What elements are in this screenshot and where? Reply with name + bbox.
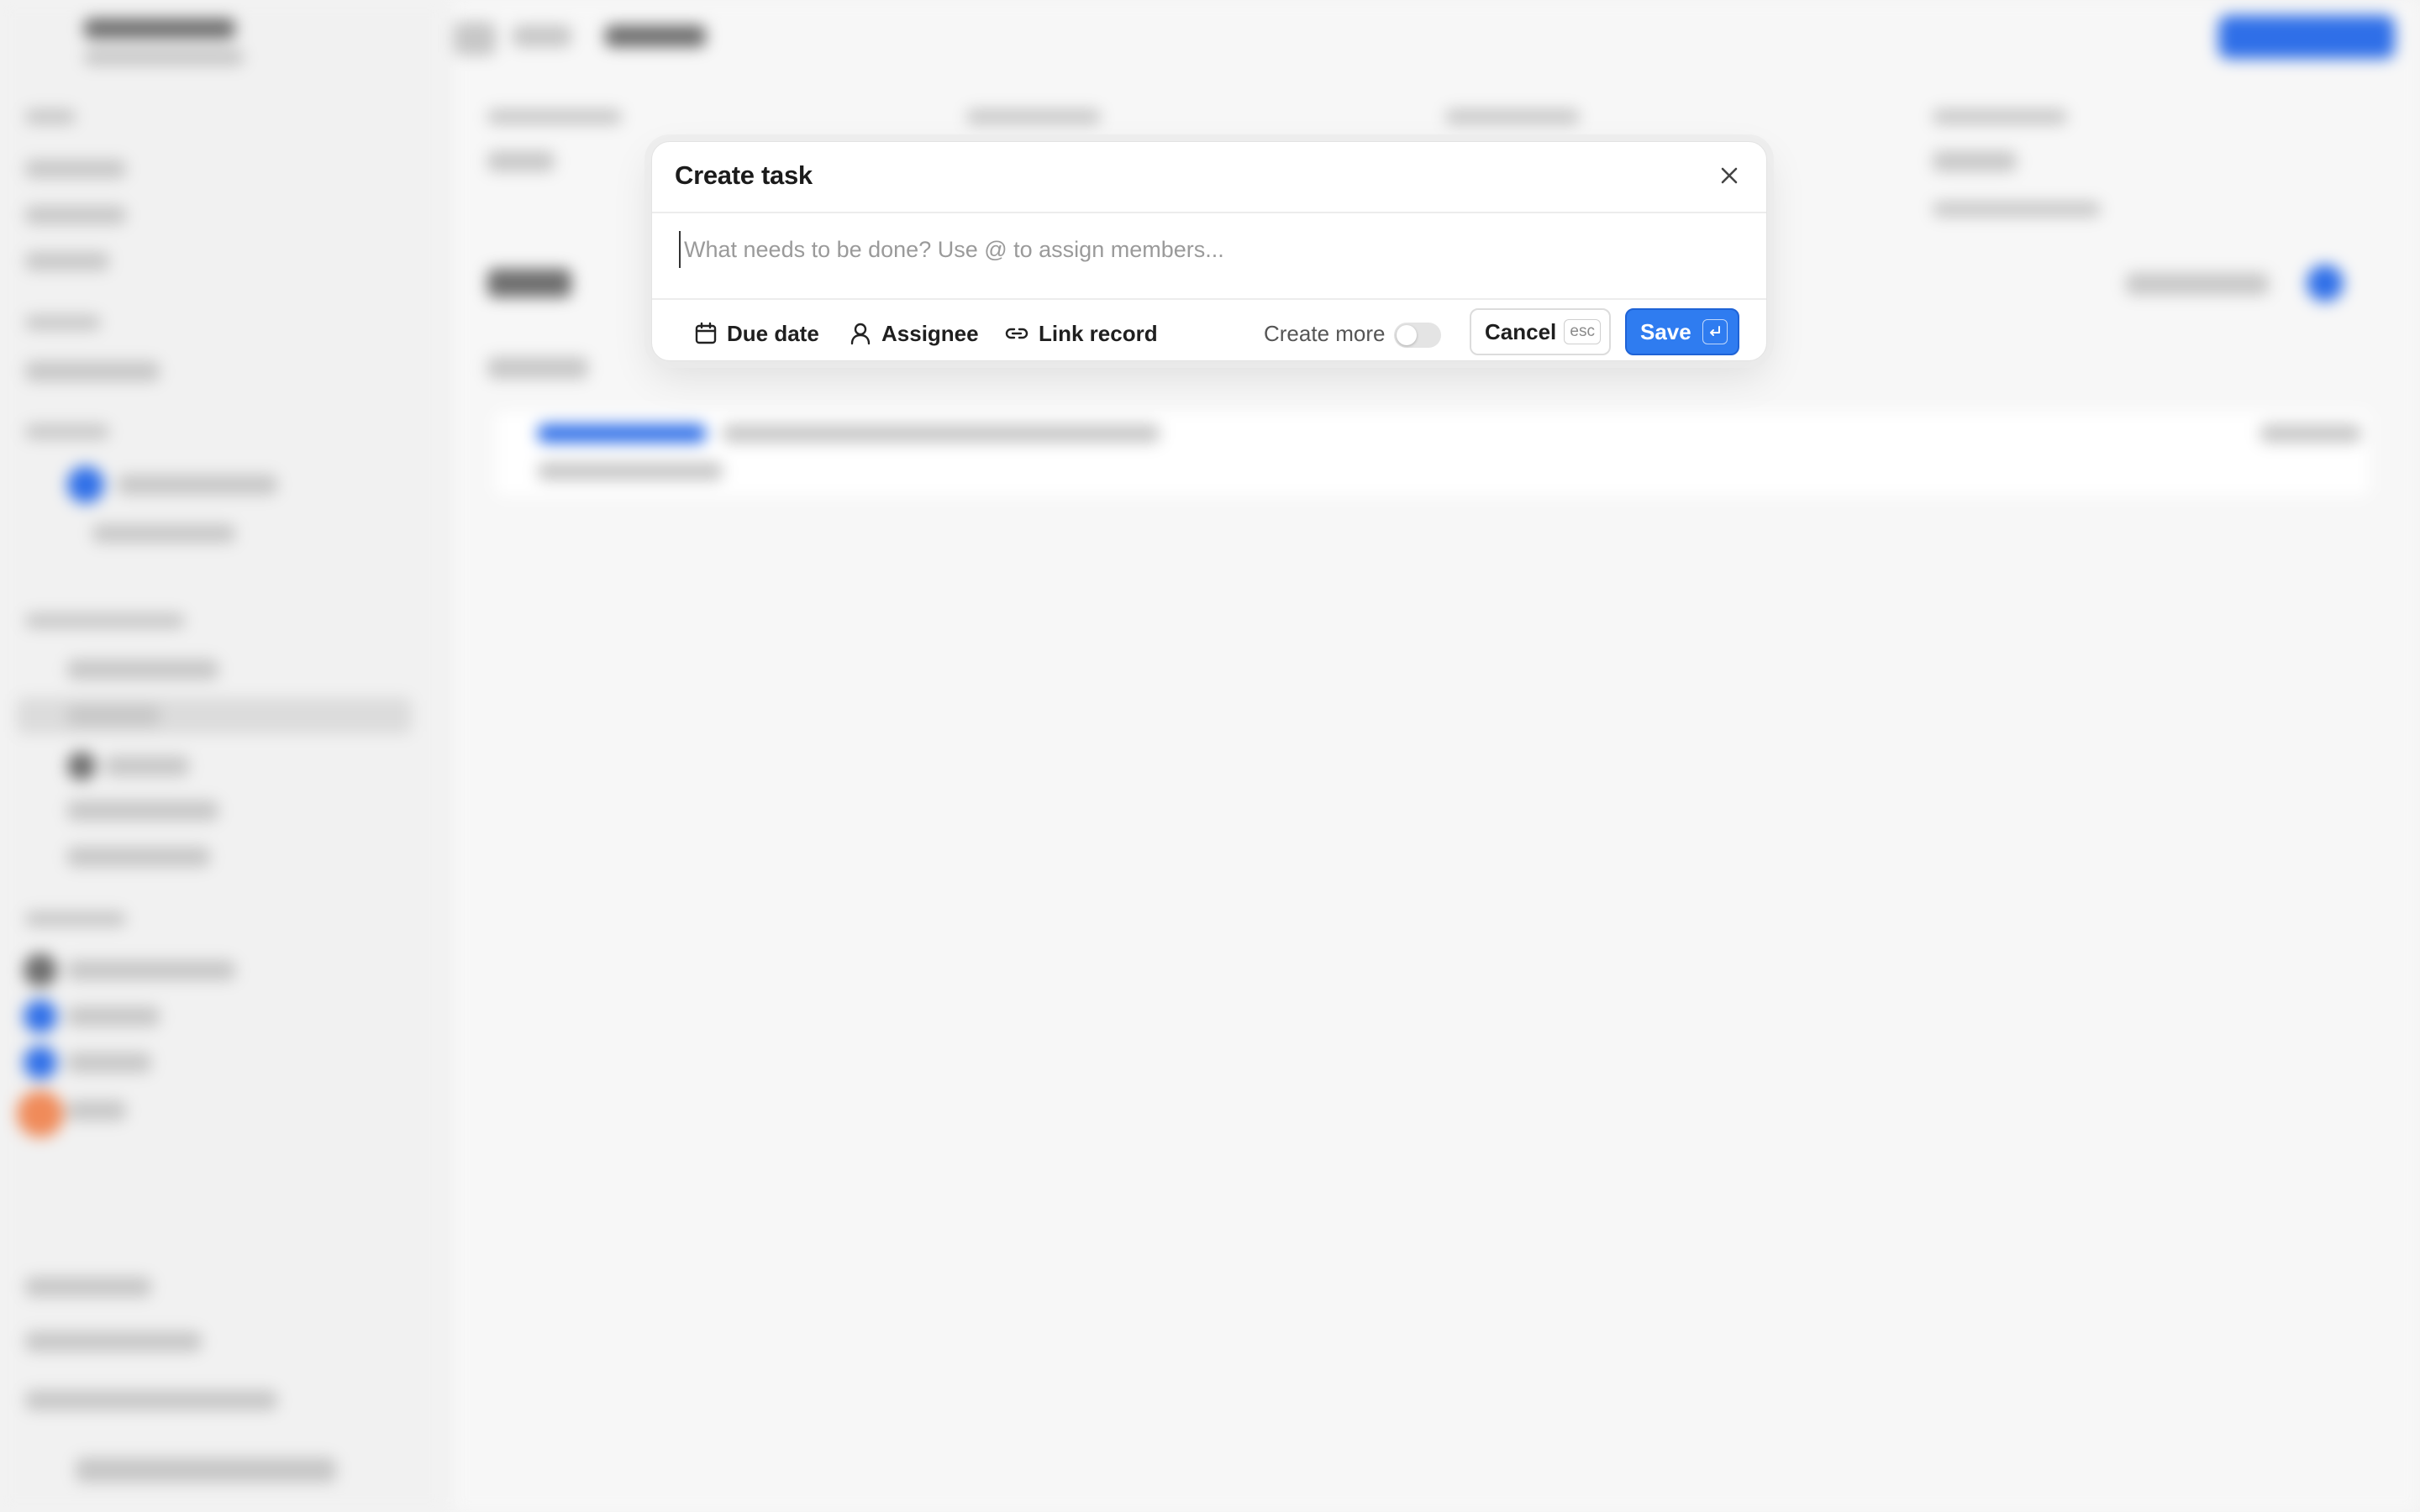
nav-item	[76, 1457, 336, 1483]
task-link	[538, 424, 706, 443]
save-label: Save	[1640, 318, 1691, 344]
create-task-dialog: Create task Due date Assignee	[651, 141, 1767, 361]
avatar	[24, 1046, 57, 1079]
stat-label	[966, 109, 1101, 124]
avatar	[17, 1090, 64, 1137]
avatar	[67, 752, 96, 780]
user-icon	[850, 323, 871, 345]
save-button[interactable]: Save	[1625, 308, 1739, 355]
link-record-button[interactable]: Link record	[1003, 317, 1158, 350]
task-title-input[interactable]	[679, 231, 1744, 268]
nav-item	[92, 524, 235, 543]
enter-shortcut-badge	[1702, 319, 1728, 344]
stat-label	[1933, 109, 2067, 124]
toggle	[2307, 265, 2344, 302]
cancel-label: Cancel	[1485, 318, 1557, 344]
nav-section	[25, 315, 101, 330]
close-button[interactable]	[1712, 159, 1746, 192]
esc-shortcut-badge: esc	[1564, 319, 1601, 344]
nav-item	[25, 206, 126, 224]
sidebar	[0, 0, 445, 1512]
dialog-header: Create task	[652, 142, 1766, 213]
nav-item	[67, 960, 235, 980]
nav-item	[67, 1100, 126, 1121]
due-date-button[interactable]: Due date	[693, 317, 819, 350]
stat-value	[487, 151, 555, 171]
breadcrumb	[605, 25, 706, 47]
nav-item	[67, 801, 218, 821]
task-input-area	[679, 231, 1744, 268]
stat-value	[1933, 151, 2017, 171]
assignee-label: Assignee	[881, 320, 979, 346]
nav-item	[25, 1331, 202, 1352]
stat-label	[487, 109, 622, 124]
breadcrumb	[454, 22, 496, 55]
nav-item	[67, 1006, 160, 1026]
nav-item	[105, 756, 189, 776]
avatar	[67, 466, 104, 503]
nav-item	[118, 475, 277, 495]
close-icon	[1721, 167, 1738, 184]
nav-item	[67, 1053, 151, 1073]
workspace-name	[84, 18, 235, 39]
nav-item	[67, 847, 210, 867]
avatar	[24, 953, 57, 987]
nav-item	[67, 659, 218, 680]
task-meta	[538, 462, 723, 480]
task-text	[723, 424, 1160, 443]
assignee-button[interactable]: Assignee	[848, 317, 979, 350]
nav-section	[25, 613, 185, 628]
task-row	[496, 412, 2370, 496]
section-heading	[487, 269, 571, 297]
nav-item	[25, 361, 160, 381]
nav-section	[25, 424, 109, 439]
nav-section	[25, 911, 126, 927]
nav-item	[25, 1277, 151, 1297]
toggle-label	[2126, 273, 2269, 295]
workspace-subtitle	[84, 49, 244, 66]
filter	[487, 357, 588, 379]
enter-key-icon	[1710, 326, 1720, 336]
create-more-label: Create more	[1264, 320, 1386, 346]
create-more-toggle[interactable]	[1394, 323, 1441, 348]
link-icon	[1005, 328, 1028, 339]
primary-action-button	[2218, 15, 2395, 59]
task-date	[2260, 424, 2361, 443]
calendar-icon	[695, 322, 717, 344]
cancel-button[interactable]: Cancel esc	[1470, 308, 1611, 355]
due-date-label: Due date	[727, 320, 819, 346]
nav-item	[25, 252, 109, 270]
nav-item	[25, 160, 126, 178]
nav-section	[25, 109, 76, 124]
link-record-label: Link record	[1039, 320, 1158, 346]
avatar	[24, 1000, 57, 1033]
nav-item	[67, 706, 160, 726]
toggle-knob	[1397, 325, 1417, 345]
dialog-footer: Due date Assignee Link record Create mor…	[652, 298, 1766, 364]
stat-label	[1445, 109, 1580, 124]
stat-value	[1933, 202, 2101, 217]
nav-item	[25, 1390, 277, 1410]
dialog-title: Create task	[675, 160, 813, 190]
breadcrumb	[513, 25, 571, 47]
